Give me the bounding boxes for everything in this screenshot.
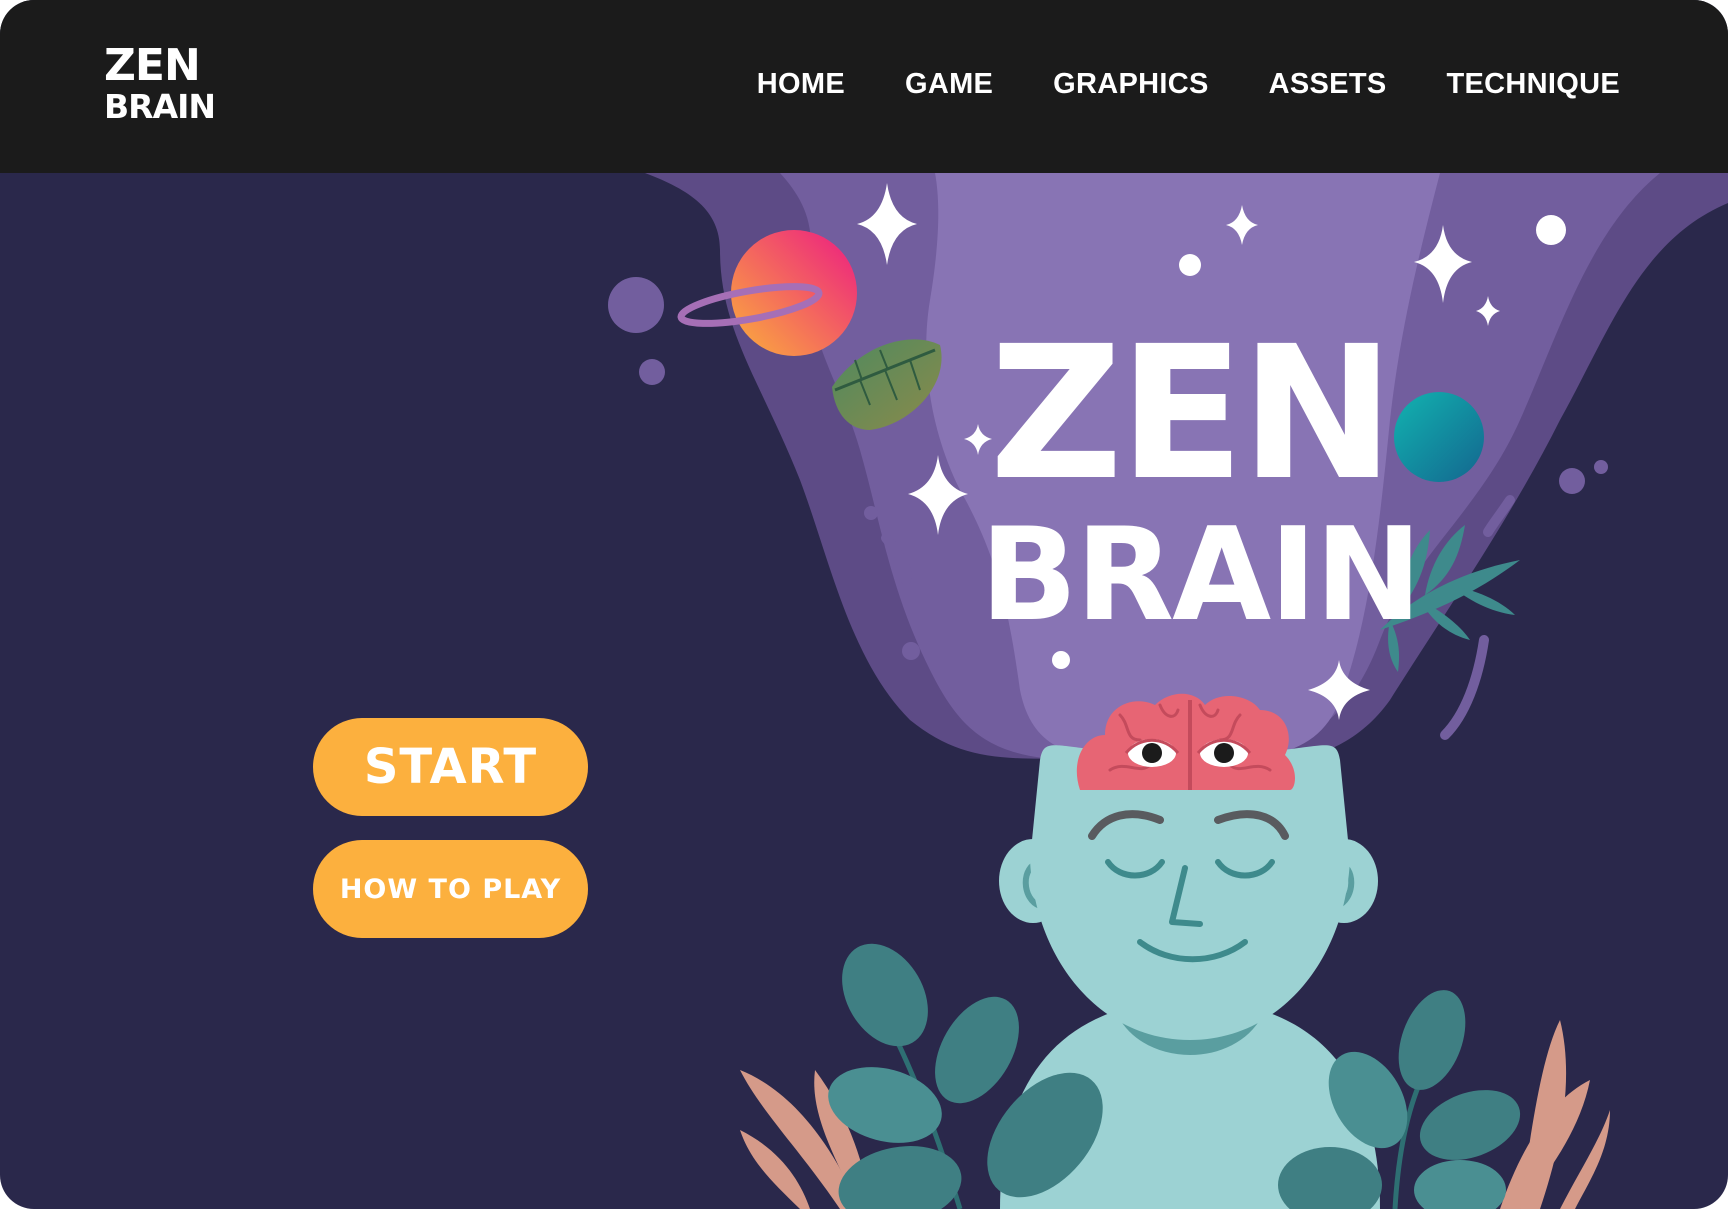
planet-ringed-icon	[677, 230, 857, 356]
hero-title-line-1: ZEN	[989, 307, 1394, 521]
how-to-play-button[interactable]: HOW TO PLAY	[313, 840, 588, 938]
top-navigation-bar: ZEN BRAIN HOME GAME GRAPHICS ASSETS TECH…	[0, 0, 1728, 173]
logo[interactable]: ZEN BRAIN	[104, 40, 216, 126]
nav-assets[interactable]: ASSETS	[1269, 68, 1387, 101]
planet-teal-icon	[1394, 392, 1484, 482]
start-button[interactable]: START	[313, 718, 588, 816]
nav-game[interactable]: GAME	[905, 68, 993, 101]
nav-graphics[interactable]: GRAPHICS	[1053, 68, 1208, 101]
logo-line-1: ZEN	[104, 40, 201, 91]
nav-technique[interactable]: TECHNIQUE	[1447, 68, 1621, 101]
nav-home[interactable]: HOME	[757, 68, 845, 101]
hero-title: ZEN BRAIN	[980, 307, 1422, 650]
main-nav: HOME GAME GRAPHICS ASSETS TECHNIQUE	[757, 68, 1620, 101]
logo-line-2: BRAIN	[104, 87, 216, 126]
hero-title-line-2: BRAIN	[980, 501, 1422, 650]
app-window: ZEN BRAIN HOME GAME GRAPHICS ASSETS TECH…	[0, 0, 1728, 1209]
hero-illustration	[608, 173, 1728, 1209]
